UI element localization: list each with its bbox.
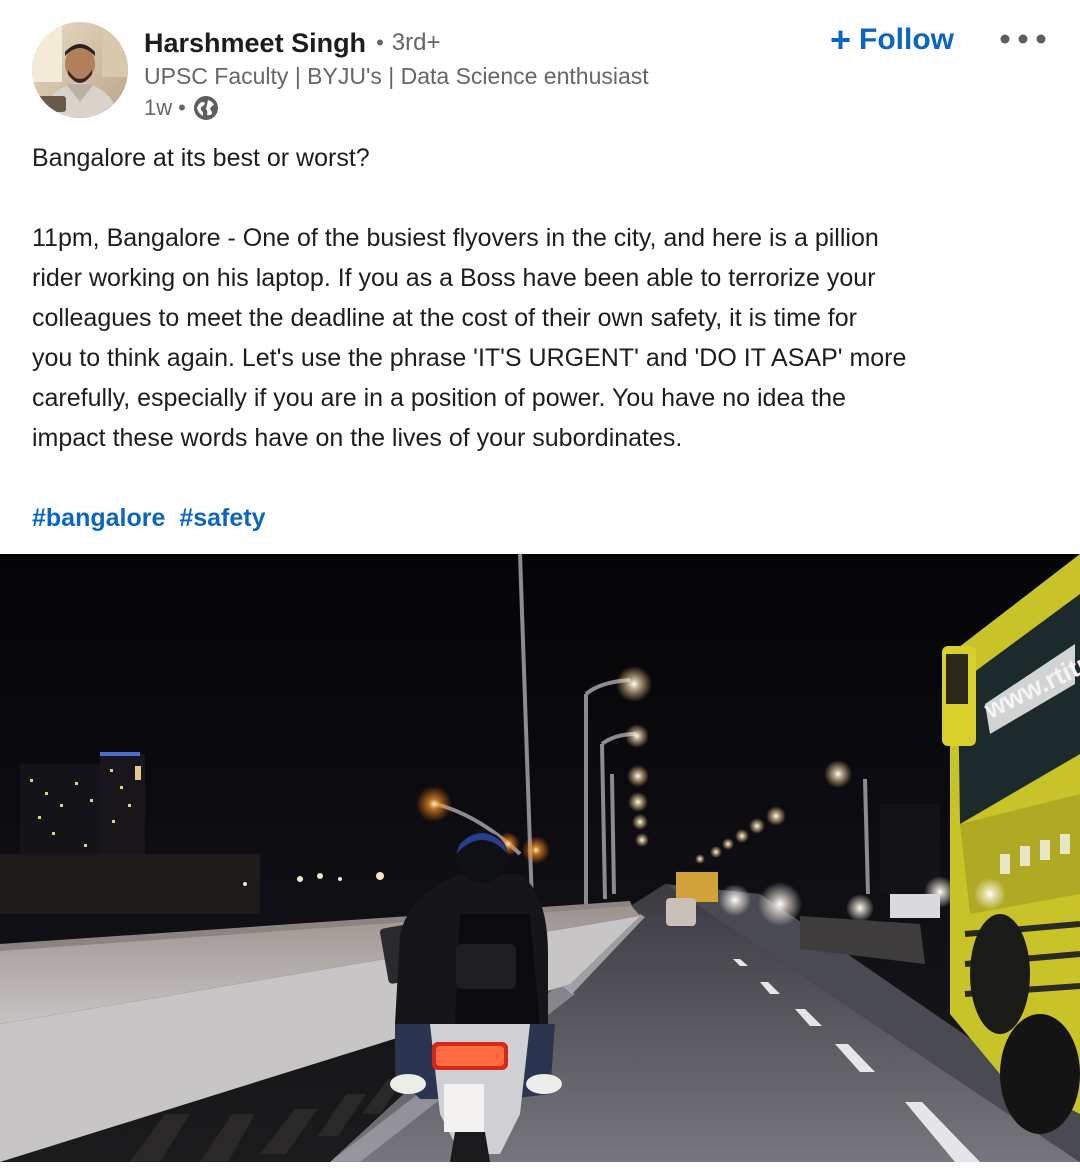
post-text-line: carefully, especially if you are in a po… — [32, 384, 846, 412]
post-text-line: 11pm, Bangalore - One of the busiest fly… — [32, 224, 879, 252]
hashtag-link[interactable]: #bangalore — [32, 504, 165, 532]
post-image[interactable]: www.rtitr — [0, 554, 1080, 1162]
author-headline: UPSC Faculty | BYJU's | Data Science ent… — [144, 63, 649, 89]
separator-dot: • — [178, 95, 186, 120]
post-meta: 1w • — [144, 92, 220, 124]
author-name[interactable]: Harshmeet Singh — [144, 28, 366, 59]
follow-label: Follow — [859, 23, 955, 56]
plus-icon: + — [830, 19, 852, 60]
globe-icon — [192, 94, 220, 122]
post-time[interactable]: 1w — [144, 95, 172, 121]
feed-post: Harshmeet Singh • 3rd+ UPSC Faculty | BY… — [0, 0, 1080, 1171]
connection-degree: 3rd+ — [391, 29, 441, 56]
post-text-line: Bangalore at its best or worst? — [32, 144, 370, 172]
post-text-line: impact these words have on the lives of … — [32, 424, 683, 452]
post-text-line: you to think again. Let's use the phrase… — [32, 344, 907, 372]
author-avatar[interactable] — [32, 22, 128, 118]
author-name-row: Harshmeet Singh • 3rd+ — [144, 24, 440, 62]
post-text-line: rider working on his laptop. If you as a… — [32, 264, 876, 292]
hashtags: #bangalore #safety — [32, 498, 266, 538]
post-text-line: colleagues to meet the deadline at the c… — [32, 304, 857, 332]
separator-dot: • — [376, 30, 384, 55]
follow-button[interactable]: + Follow — [830, 18, 954, 62]
more-options-button[interactable] — [996, 22, 1050, 56]
ellipsis-icon — [1000, 34, 1046, 44]
hashtag-link[interactable]: #safety — [179, 504, 265, 532]
